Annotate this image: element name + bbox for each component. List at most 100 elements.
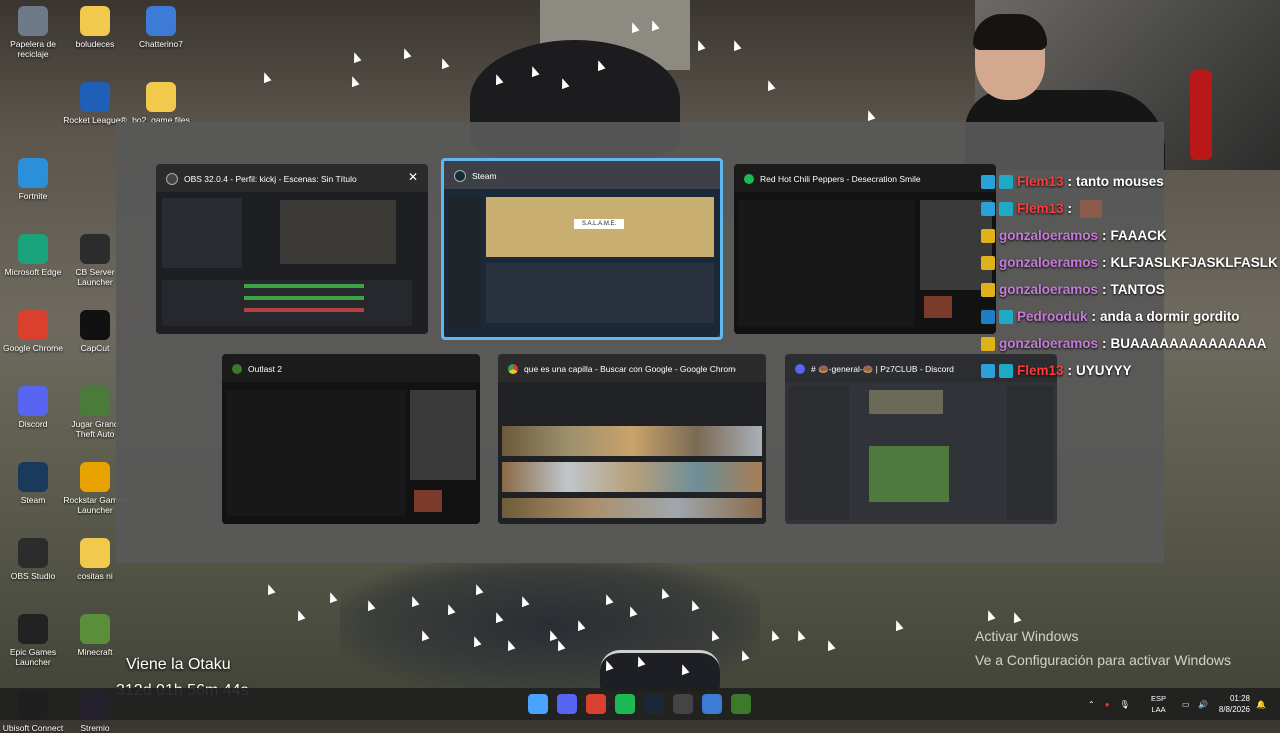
fortnite-icon: [18, 158, 48, 188]
chat-username[interactable]: gonzaloeramos: [999, 255, 1098, 270]
folder-icon: [80, 538, 110, 568]
switcher-window-steam[interactable]: Steam S.A.L.A.M.E.: [441, 158, 723, 340]
spotify-icon[interactable]: [615, 694, 635, 714]
chat-text: FAAACK: [1110, 228, 1167, 243]
download-icon: [232, 364, 242, 374]
download-icon[interactable]: [731, 694, 751, 714]
chatterino-icon[interactable]: [702, 694, 722, 714]
cb-server-icon: [80, 234, 110, 264]
mouse-cursor-icon: [264, 582, 276, 596]
chat-text: anda a dormir gordito: [1100, 309, 1240, 324]
chat-separator: :: [1102, 228, 1107, 243]
window-title: que es una capilla - Buscar con Google -…: [524, 364, 736, 374]
chat-badge-icon: [999, 201, 1013, 216]
desktop-icon[interactable]: Chatterino7: [128, 6, 194, 49]
switcher-window-chrome[interactable]: que es una capilla - Buscar con Google -…: [498, 354, 766, 524]
window-thumbnail: [734, 192, 996, 334]
chat-message: gonzaloeramos : FAAACK: [981, 222, 1280, 249]
chat-badge-icon: [999, 174, 1013, 189]
mouse-cursor-icon: [350, 50, 362, 64]
desktop-icon[interactable]: bo2_game files: [128, 82, 194, 125]
chat-username[interactable]: Flem13: [1017, 174, 1064, 189]
desktop-icon-label: Google Chrome: [2, 343, 63, 353]
mouse-cursor-icon: [730, 38, 742, 52]
windows-start-icon[interactable]: [528, 694, 548, 714]
window-title: Outlast 2: [248, 364, 283, 374]
obs-icon: [166, 173, 178, 185]
volume-icon[interactable]: 🔊: [1198, 688, 1208, 720]
chat-separator: :: [1102, 255, 1107, 270]
chrome-icon[interactable]: [586, 694, 606, 714]
chat-separator: :: [1067, 363, 1073, 378]
chat-username[interactable]: Flem13: [1017, 363, 1064, 378]
microphone-icon[interactable]: 🎙: [1120, 700, 1130, 709]
watermark-subtitle: Ve a Configuración para activar Windows: [975, 652, 1232, 668]
notification-bell-icon[interactable]: 🔔: [1256, 688, 1266, 720]
chat-separator: :: [1067, 174, 1073, 189]
chat-username[interactable]: gonzaloeramos: [999, 228, 1098, 243]
desktop-icon[interactable]: Papelera de reciclaje: [0, 6, 66, 59]
chat-emote: [1080, 199, 1103, 218]
chat-message: gonzaloeramos : TANTOS: [981, 276, 1280, 303]
folder-icon: [146, 82, 176, 112]
language-indicator[interactable]: ESP LAA: [1151, 693, 1166, 715]
chat-text: UYUYYY: [1076, 363, 1132, 378]
clock[interactable]: 01:28 8/8/2026: [1219, 693, 1250, 715]
window-title: OBS 32.0.4 - Perfil: kickj - Escenas: Si…: [184, 174, 357, 184]
chat-message: Flem13 : tanto mouses: [981, 168, 1280, 195]
chat-badge-icon: [981, 174, 995, 189]
chat-username[interactable]: Pedrooduk: [1017, 309, 1088, 324]
rockstar-icon: [80, 462, 110, 492]
desktop-icon-label: Microsoft Edge: [4, 267, 62, 277]
clock-time: 01:28: [1229, 694, 1250, 703]
chevron-up-icon[interactable]: ⌃: [1088, 700, 1095, 709]
mouse-cursor-icon: [768, 628, 780, 642]
discord-icon[interactable]: [557, 694, 577, 714]
mouse-cursor-icon: [984, 608, 996, 622]
desktop-icon[interactable]: Epic Games Launcher: [0, 614, 66, 667]
recycle-bin-icon: [18, 6, 48, 36]
chat-message: Pedrooduk : anda a dormir gordito: [981, 303, 1280, 330]
chat-badge-icon: [981, 228, 995, 243]
switcher-window-obs[interactable]: OBS 32.0.4 - Perfil: kickj - Escenas: Si…: [156, 164, 428, 334]
desktop-icon-label: cositas ni: [77, 571, 113, 581]
webcam-background-shoe: [600, 650, 720, 691]
window-title: Red Hot Chili Peppers - Desecration Smil…: [760, 174, 921, 184]
chat-message: Flem13 : UYUYYY: [981, 357, 1280, 384]
countdown-title: Viene la Otaku: [126, 656, 231, 673]
discord-icon: [18, 386, 48, 416]
switcher-window-outlast[interactable]: Outlast 2: [222, 354, 480, 524]
desktop-icon[interactable]: Discord: [0, 386, 66, 429]
discord-icon: [795, 364, 805, 374]
spotify-icon: [744, 174, 754, 184]
desktop-icon[interactable]: Rocket League®: [62, 82, 128, 125]
taskbar: ⌃ ● 🎙 ESP LAA ▭ 🔊 01:28 8/8/2026 🔔: [0, 688, 1280, 720]
switcher-window-spotify[interactable]: Red Hot Chili Peppers - Desecration Smil…: [734, 164, 996, 334]
obs-icon[interactable]: [673, 694, 693, 714]
chat-username[interactable]: gonzaloeramos: [999, 282, 1098, 297]
chat-text: tanto mouses: [1076, 174, 1164, 189]
desktop-icon-label: Epic Games Launcher: [9, 647, 57, 667]
chat-badge-icon: [981, 282, 995, 297]
steam-icon: [18, 462, 48, 492]
window-thumbnail: [785, 382, 1057, 524]
tray-app-icon[interactable]: ●: [1105, 700, 1110, 709]
desktop-icon[interactable]: Fortnite: [0, 158, 66, 201]
watermark-title: Activar Windows: [975, 628, 1079, 644]
desktop-icon[interactable]: Microsoft Edge: [0, 234, 66, 277]
desktop-icon[interactable]: boludeces: [62, 6, 128, 49]
desktop-icon[interactable]: Minecraft: [62, 614, 128, 657]
desktop-icon-label: OBS Studio: [10, 571, 56, 581]
chat-username[interactable]: Flem13: [1017, 201, 1064, 216]
desktop-icon[interactable]: Google Chrome: [0, 310, 66, 353]
mouse-cursor-icon: [824, 638, 836, 652]
desktop-icon[interactable]: OBS Studio: [0, 538, 66, 581]
chat-separator: :: [1067, 201, 1073, 216]
network-icon[interactable]: ▭: [1182, 688, 1190, 720]
steam-icon[interactable]: [644, 694, 664, 714]
chat-message: Flem13 :: [981, 195, 1280, 222]
mouse-cursor-icon: [1010, 610, 1022, 624]
chat-username[interactable]: gonzaloeramos: [999, 336, 1098, 351]
desktop-icon[interactable]: Steam: [0, 462, 66, 505]
close-icon[interactable]: ✕: [408, 170, 418, 184]
